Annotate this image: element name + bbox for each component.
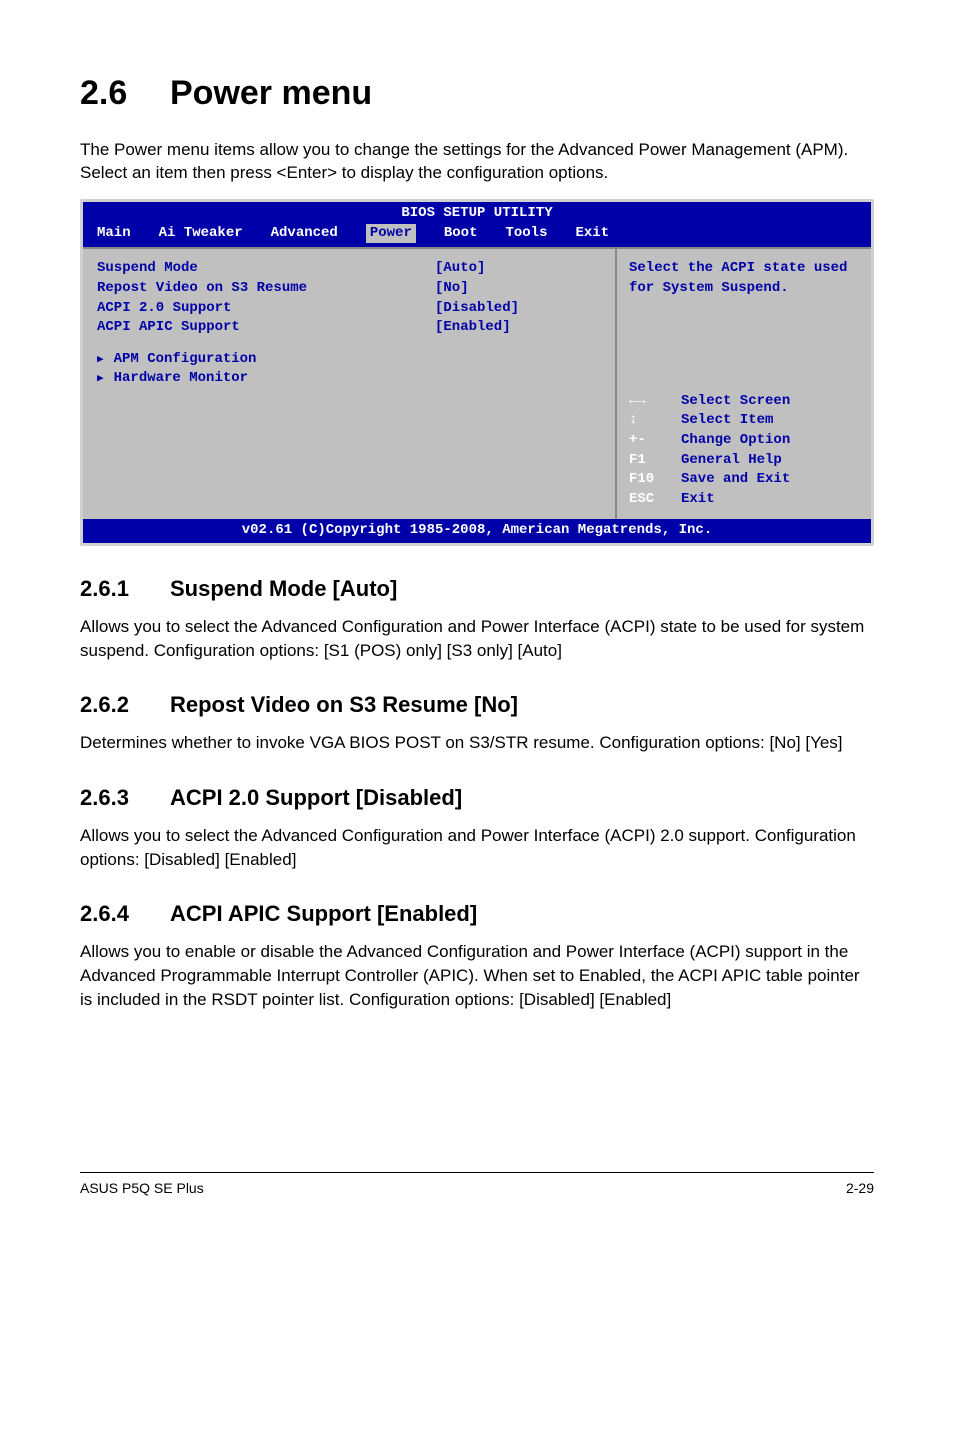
section-number: 2.6	[80, 70, 170, 118]
bios-nav-label: Exit	[681, 490, 715, 510]
bios-nav-key: ESC	[629, 490, 671, 510]
bios-options-panel: Suspend Mode [Auto] Repost Video on S3 R…	[83, 249, 617, 519]
subsection-title: ACPI 2.0 Support [Disabled]	[170, 785, 462, 810]
bios-tab-advanced[interactable]: Advanced	[271, 224, 338, 244]
bios-tab-bar: Main Ai Tweaker Advanced Power Boot Tool…	[83, 224, 871, 248]
bios-submenu-label: APM Configuration	[114, 351, 257, 367]
subsection-title: Repost Video on S3 Resume [No]	[170, 692, 518, 717]
bios-nav-label: Select Screen	[681, 392, 790, 412]
subsection-number: 2.6.2	[80, 690, 170, 721]
bios-option-value: [Enabled]	[435, 318, 605, 338]
bios-nav-key: F10	[629, 470, 671, 490]
bios-option-acpi-apic[interactable]: ACPI APIC Support [Enabled]	[97, 318, 605, 338]
subsection-number: 2.6.1	[80, 574, 170, 605]
bios-submenu-label: Hardware Monitor	[114, 370, 248, 386]
footer-right: 2-29	[846, 1179, 874, 1199]
bios-footer: v02.61 (C)Copyright 1985-2008, American …	[83, 519, 871, 543]
spacer	[97, 338, 605, 350]
bios-help-panel: Select the ACPI state used for System Su…	[617, 249, 871, 519]
subsection-number: 2.6.3	[80, 783, 170, 814]
bios-option-label: Repost Video on S3 Resume	[97, 279, 435, 299]
subsection-body: Determines whether to invoke VGA BIOS PO…	[80, 731, 874, 755]
section-title: Power menu	[170, 74, 372, 112]
bios-tab-ai-tweaker[interactable]: Ai Tweaker	[159, 224, 243, 244]
bios-nav-key: F1	[629, 451, 671, 471]
bios-submenu-apm[interactable]: APM Configuration	[97, 350, 605, 370]
bios-option-value: [Auto]	[435, 259, 605, 279]
bios-nav-line: ←→ Select Screen	[629, 392, 859, 412]
section-heading: 2.6Power menu	[80, 70, 874, 118]
bios-nav-line: +- Change Option	[629, 431, 859, 451]
bios-tab-exit[interactable]: Exit	[575, 224, 609, 244]
page-footer: ASUS P5Q SE Plus 2-29	[80, 1172, 874, 1199]
bios-nav-label: General Help	[681, 451, 782, 471]
bios-option-suspend-mode[interactable]: Suspend Mode [Auto]	[97, 259, 605, 279]
bios-nav-line: F10 Save and Exit	[629, 470, 859, 490]
footer-left: ASUS P5Q SE Plus	[80, 1179, 204, 1199]
subsection-title: ACPI APIC Support [Enabled]	[170, 901, 477, 926]
subsection-heading: 2.6.4ACPI APIC Support [Enabled]	[80, 899, 874, 930]
subsection-heading: 2.6.1Suspend Mode [Auto]	[80, 574, 874, 605]
bios-submenu-hardware-monitor[interactable]: Hardware Monitor	[97, 369, 605, 389]
bios-option-value: [Disabled]	[435, 299, 605, 319]
bios-nav-label: Select Item	[681, 411, 773, 431]
bios-option-label: Suspend Mode	[97, 259, 435, 279]
bios-tab-tools[interactable]: Tools	[505, 224, 547, 244]
bios-option-repost-video[interactable]: Repost Video on S3 Resume [No]	[97, 279, 605, 299]
subsection-body: Allows you to select the Advanced Config…	[80, 615, 874, 663]
bios-help-text: Select the ACPI state used for System Su…	[629, 259, 859, 298]
subsection-body: Allows you to select the Advanced Config…	[80, 824, 874, 872]
bios-title: BIOS SETUP UTILITY	[83, 202, 871, 224]
bios-tab-power[interactable]: Power	[366, 224, 416, 244]
bios-nav-key: +-	[629, 431, 671, 451]
bios-nav-line: ESC Exit	[629, 490, 859, 510]
bios-option-acpi20[interactable]: ACPI 2.0 Support [Disabled]	[97, 299, 605, 319]
bios-nav-label: Change Option	[681, 431, 790, 451]
subsection-title: Suspend Mode [Auto]	[170, 576, 397, 601]
bios-tab-boot[interactable]: Boot	[444, 224, 478, 244]
bios-option-value: [No]	[435, 279, 605, 299]
bios-option-label: ACPI APIC Support	[97, 318, 435, 338]
bios-nav-line: ↕ Select Item	[629, 411, 859, 431]
bios-nav-line: F1 General Help	[629, 451, 859, 471]
bios-body: Suspend Mode [Auto] Repost Video on S3 R…	[83, 247, 871, 519]
bios-nav-key: ←→	[629, 392, 671, 412]
bios-nav-label: Save and Exit	[681, 470, 790, 490]
subsection-heading: 2.6.3ACPI 2.0 Support [Disabled]	[80, 783, 874, 814]
bios-nav-key: ↕	[629, 411, 671, 431]
subsection-heading: 2.6.2Repost Video on S3 Resume [No]	[80, 690, 874, 721]
bios-tab-main[interactable]: Main	[97, 224, 131, 244]
subsection-number: 2.6.4	[80, 899, 170, 930]
subsection-body: Allows you to enable or disable the Adva…	[80, 940, 874, 1011]
bios-nav-help: ←→ Select Screen ↕ Select Item +- Change Op…	[629, 392, 859, 510]
section-intro: The Power menu items allow you to change…	[80, 138, 874, 186]
bios-screenshot: BIOS SETUP UTILITY Main Ai Tweaker Advan…	[80, 199, 874, 546]
bios-option-label: ACPI 2.0 Support	[97, 299, 435, 319]
